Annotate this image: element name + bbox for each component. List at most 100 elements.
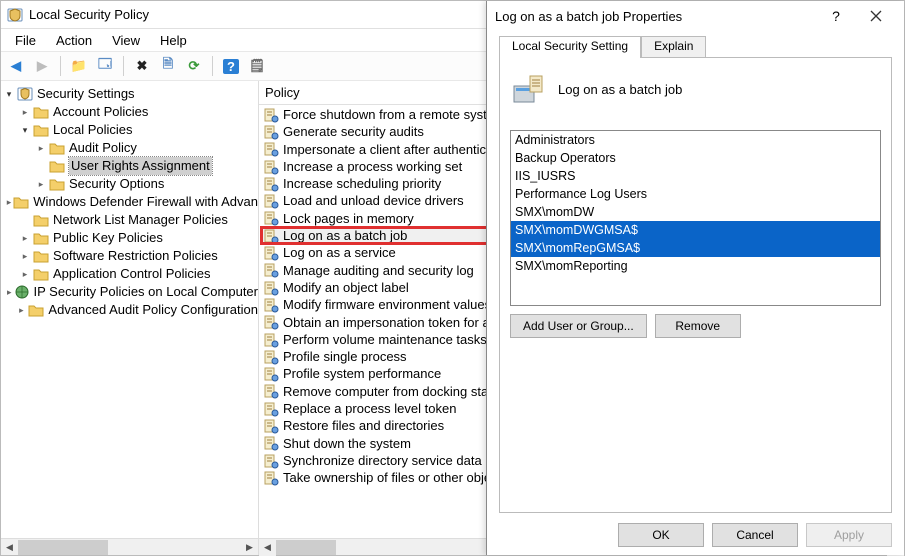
policy-label: Force shutdown from a remote system <box>283 106 505 123</box>
user-entry[interactable]: SMX\momDW <box>511 203 880 221</box>
tree-item[interactable]: ▸ Public Key Policies <box>3 229 258 247</box>
help-button[interactable]: ? <box>816 2 856 30</box>
policy-label: Restore files and directories <box>283 417 444 434</box>
tree-label: Account Policies <box>53 103 148 121</box>
policy-label: Log on as a batch job <box>283 227 407 244</box>
tree-label: Public Key Policies <box>53 229 163 247</box>
user-entry[interactable]: SMX\momRepGMSA$ <box>511 239 880 257</box>
tree-label: Security Options <box>69 175 164 193</box>
chevron-right-icon[interactable]: ▸ <box>19 268 31 280</box>
user-entry[interactable]: Administrators <box>511 131 880 149</box>
back-icon[interactable]: ◀ <box>5 55 27 77</box>
ok-button[interactable]: OK <box>618 523 704 547</box>
policy-icon <box>510 72 544 106</box>
tree-label: IP Security Policies on Local Computer <box>34 283 258 301</box>
scroll-left-icon[interactable]: ◀ <box>1 539 18 556</box>
tab-explain[interactable]: Explain <box>641 36 706 58</box>
tree-item[interactable]: ▾ Local Policies <box>3 121 258 139</box>
scroll-right-icon[interactable]: ▶ <box>241 539 258 556</box>
chevron-right-icon[interactable]: ▸ <box>7 286 12 298</box>
export-icon[interactable]: 🗒 <box>246 55 268 77</box>
tree-label: Local Policies <box>53 121 133 139</box>
tree-item[interactable]: ▸Advanced Audit Policy Configuration <box>3 301 258 319</box>
chevron-right-icon[interactable]: ▸ <box>35 142 47 154</box>
tree-root[interactable]: ▾ Security Settings <box>3 85 258 103</box>
policy-label: Profile single process <box>283 348 407 365</box>
chevron-right-icon[interactable]: ▸ <box>35 178 47 190</box>
up-icon[interactable]: 📁 <box>68 55 90 77</box>
policy-label: Modify an object label <box>283 279 409 296</box>
remove-button[interactable]: Remove <box>655 314 741 338</box>
policy-label: Impersonate a client after authenticati <box>283 141 500 158</box>
user-entry[interactable]: SMX\momReporting <box>511 257 880 275</box>
policy-label: Generate security audits <box>283 123 424 140</box>
policy-label: Load and unload device drivers <box>283 192 464 209</box>
policy-label: Manage auditing and security log <box>283 262 474 279</box>
cancel-button[interactable]: Cancel <box>712 523 798 547</box>
main-window: Local Security Policy FileActionViewHelp… <box>0 0 905 556</box>
policy-label: Profile system performance <box>283 365 441 382</box>
scroll-left-icon[interactable]: ◀ <box>259 539 276 556</box>
add-user-button[interactable]: Add User or Group... <box>510 314 647 338</box>
tree-item[interactable]: ▸ Account Policies <box>3 103 258 121</box>
help-icon[interactable]: ? <box>220 55 242 77</box>
chevron-right-icon[interactable]: ▸ <box>19 250 31 262</box>
tab-content: Log on as a batch job AdministratorsBack… <box>499 57 892 513</box>
policy-label: Replace a process level token <box>283 400 456 417</box>
user-entry[interactable]: SMX\momDWGMSA$ <box>511 221 880 239</box>
delete-icon[interactable]: ✖ <box>131 55 153 77</box>
tree-item[interactable]: ▸ IP Security Policies on Local Computer <box>3 283 258 301</box>
user-listbox[interactable]: AdministratorsBackup OperatorsIIS_IUSRSP… <box>510 130 881 306</box>
user-entry[interactable]: Performance Log Users <box>511 185 880 203</box>
menu-action[interactable]: Action <box>46 30 102 51</box>
chevron-right-icon[interactable]: ▸ <box>19 232 31 244</box>
policy-label: Shut down the system <box>283 435 411 452</box>
policy-label: Obtain an impersonation token for an <box>283 314 497 331</box>
tree-item[interactable]: Network List Manager Policies <box>3 211 258 229</box>
toolbar-separator <box>123 56 124 76</box>
scroll-thumb[interactable] <box>276 540 336 555</box>
show-hide-tree-icon[interactable]: 🗔 <box>94 55 116 77</box>
policy-label: Take ownership of files or other objects <box>283 469 508 486</box>
forward-icon[interactable]: ▶ <box>31 55 53 77</box>
tree-scrollbar-horizontal[interactable]: ◀ ▶ <box>1 538 258 555</box>
menu-view[interactable]: View <box>102 30 150 51</box>
refresh-icon[interactable]: ⟳ <box>183 55 205 77</box>
properties-icon[interactable]: 🗎 <box>157 55 179 77</box>
chevron-down-icon[interactable]: ▾ <box>19 124 31 136</box>
tree-item[interactable]: ▸ Security Options <box>3 175 258 193</box>
toolbar-separator <box>212 56 213 76</box>
menu-file[interactable]: File <box>5 30 46 51</box>
dialog-footer: OK Cancel Apply <box>499 513 892 547</box>
window-title: Local Security Policy <box>29 7 149 22</box>
policy-name-label: Log on as a batch job <box>558 82 682 97</box>
policy-label: Modify firmware environment values <box>283 296 491 313</box>
user-entry[interactable]: IIS_IUSRS <box>511 167 880 185</box>
close-button[interactable] <box>856 2 896 30</box>
tree-item[interactable]: ▸Audit Policy <box>3 139 258 157</box>
tree-item[interactable]: ▸Windows Defender Firewall with Advan <box>3 193 258 211</box>
policy-label: Increase scheduling priority <box>283 175 441 192</box>
tree-item[interactable]: User Rights Assignment <box>3 157 258 175</box>
chevron-right-icon[interactable]: ▸ <box>19 106 31 118</box>
dialog-title: Log on as a batch job Properties <box>495 9 816 24</box>
tree-label: Application Control Policies <box>53 265 211 283</box>
column-header-label: Policy <box>265 85 300 100</box>
chevron-right-icon[interactable]: ▸ <box>7 196 12 208</box>
policy-label: Synchronize directory service data <box>283 452 482 469</box>
apply-button[interactable]: Apply <box>806 523 892 547</box>
tree-label: Security Settings <box>37 85 135 103</box>
scroll-thumb[interactable] <box>18 540 108 555</box>
tab-local-security-setting[interactable]: Local Security Setting <box>499 36 641 58</box>
toolbar-separator <box>60 56 61 76</box>
chevron-down-icon[interactable]: ▾ <box>3 88 15 100</box>
app-icon <box>7 7 23 23</box>
menu-help[interactable]: Help <box>150 30 197 51</box>
tree-item[interactable]: ▸ Application Control Policies <box>3 265 258 283</box>
tree-label: Software Restriction Policies <box>53 247 218 265</box>
tree[interactable]: ▾ Security Settings ▸ Account Policies ▾ Loca… <box>1 81 258 538</box>
tree-item[interactable]: ▸ Software Restriction Policies <box>3 247 258 265</box>
tree-label: User Rights Assignment <box>69 157 212 175</box>
chevron-right-icon[interactable]: ▸ <box>16 304 26 316</box>
user-entry[interactable]: Backup Operators <box>511 149 880 167</box>
